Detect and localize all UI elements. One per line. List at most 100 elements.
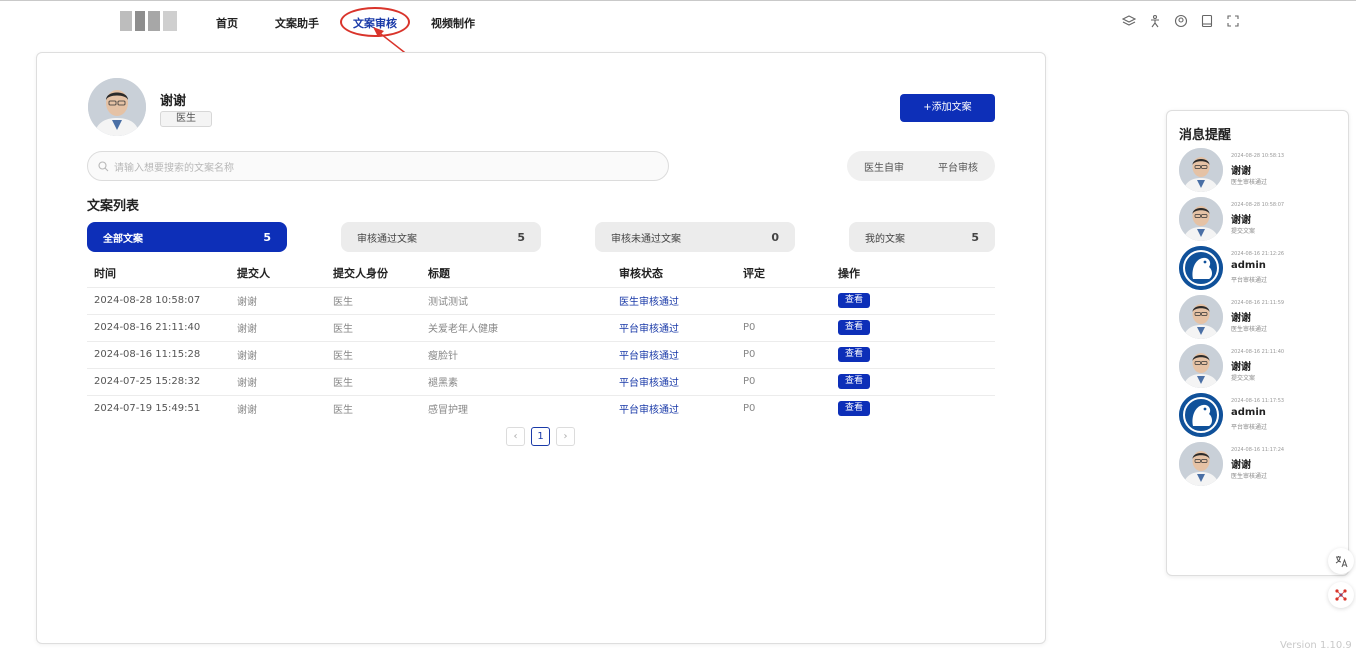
view-button[interactable]: 查看	[838, 293, 870, 308]
table-header-row: 时间 提交人 提交人身份 标题 审核状态 评定 操作	[87, 260, 995, 287]
next-page-button[interactable]: ›	[556, 427, 575, 446]
tab-count: 5	[263, 230, 271, 244]
nav-item-copy-assistant[interactable]: 文案助手	[275, 15, 319, 31]
table-row: 2024-07-25 15:28:32 谢谢 医生 褪黑素 平台审核通过 P0 …	[87, 367, 995, 395]
cell-status: 医生审核通过	[612, 286, 736, 314]
message-item[interactable]: 2024-08-16 11:17:53 admin 平台审核通过	[1179, 393, 1344, 439]
cell-status: 平台审核通过	[612, 340, 736, 368]
cell-identity: 医生	[326, 313, 421, 341]
message-time: 2024-08-16 21:11:40	[1231, 349, 1285, 355]
view-button[interactable]: 查看	[838, 347, 870, 362]
cell-identity: 医生	[326, 286, 421, 314]
cell-time: 2024-08-16 21:11:40	[87, 313, 230, 341]
message-item[interactable]: 2024-08-16 21:11:40 谢谢提交文案	[1179, 344, 1344, 390]
tab-approved-copies[interactable]: 审核通过文案 5	[341, 222, 541, 252]
message-sender: 谢谢	[1231, 166, 1251, 177]
cell-submitter: 谢谢	[230, 286, 326, 314]
tab-count: 5	[517, 230, 525, 244]
tab-my-copies[interactable]: 我的文案 5	[849, 222, 995, 252]
message-description: 医生审核通过	[1231, 326, 1268, 333]
cell-title: 瘦脸针	[421, 340, 612, 368]
column-header-status: 审核状态	[619, 267, 663, 281]
tab-label: 全部文案	[103, 233, 143, 245]
avatar	[1179, 148, 1223, 192]
prev-page-button[interactable]: ‹	[506, 427, 525, 446]
table-row: 2024-08-16 11:15:28 谢谢 医生 瘦脸针 平台审核通过 P0 …	[87, 340, 995, 368]
cell-action: 查看	[831, 286, 995, 314]
message-sender: 谢谢	[1231, 313, 1251, 324]
message-sender: 谢谢	[1231, 362, 1251, 373]
list-title: 文案列表	[87, 199, 140, 214]
accessibility-icon[interactable]	[1148, 14, 1162, 28]
assistant-icon[interactable]	[1328, 582, 1354, 608]
message-description: 平台审核通过	[1231, 277, 1268, 284]
column-header-action: 操作	[838, 267, 860, 281]
table-row: 2024-07-19 15:49:51 谢谢 医生 感冒护理 平台审核通过 P0…	[87, 394, 995, 422]
tab-label: 审核未通过文案	[611, 233, 681, 245]
user-name: 谢谢	[160, 94, 187, 109]
view-button[interactable]: 查看	[838, 374, 870, 389]
tab-count: 0	[771, 230, 779, 244]
cell-rating: P0	[736, 340, 831, 368]
message-sender: admin	[1231, 407, 1266, 418]
message-item[interactable]: 2024-08-16 21:12:26 admin 平台审核通过	[1179, 246, 1344, 292]
search-input[interactable]: 请输入想要搜索的文案名称	[87, 151, 669, 181]
nav-item-video-production[interactable]: 视频制作	[431, 15, 475, 31]
message-time: 2024-08-28 10:58:13	[1231, 153, 1285, 159]
fullscreen-icon[interactable]	[1226, 14, 1240, 28]
user-circle-icon[interactable]	[1174, 14, 1188, 28]
view-button[interactable]: 查看	[838, 401, 870, 417]
tab-count: 5	[971, 230, 979, 244]
cell-title: 关爱老年人健康	[421, 313, 612, 341]
message-item[interactable]: 2024-08-28 10:58:07 谢谢 提交文案	[1179, 197, 1344, 243]
header-toolbar	[1121, 14, 1240, 28]
tab-rejected-copies[interactable]: 审核未通过文案 0	[595, 222, 795, 252]
version-label: Version 1.10.9	[1280, 640, 1352, 651]
message-sender: 谢谢	[1231, 460, 1251, 471]
message-sender: admin	[1231, 260, 1266, 271]
avatar	[1179, 442, 1223, 486]
search-placeholder: 请输入想要搜索的文案名称	[114, 162, 234, 174]
message-time: 2024-08-16 21:12:26	[1231, 251, 1285, 257]
message-panel-title: 消息提醒	[1179, 128, 1232, 143]
user-role-badge: 医生	[160, 111, 212, 127]
cell-status: 平台审核通过	[612, 394, 736, 422]
message-item[interactable]: 2024-08-16 11:17:24 谢谢 医生审核通过	[1179, 442, 1344, 488]
message-description: 医生审核通过	[1231, 473, 1268, 480]
filter-doctor-self-review[interactable]: 医生自审	[864, 159, 904, 174]
cell-status: 平台审核通过	[612, 313, 736, 341]
view-button[interactable]: 查看	[838, 320, 870, 335]
cell-time: 2024-08-28 10:58:07	[87, 286, 230, 314]
tablet-icon[interactable]	[1200, 14, 1214, 28]
cell-action: 查看	[831, 367, 995, 395]
logo[interactable]	[120, 11, 178, 31]
review-type-filter: 医生自审 平台审核	[847, 151, 995, 181]
admin-avatar	[1179, 246, 1223, 290]
cell-rating: P0	[736, 313, 831, 341]
message-time: 2024-08-28 10:58:07	[1231, 202, 1285, 208]
pagination: ‹ 1 ›	[506, 427, 575, 446]
message-sender: 谢谢	[1231, 215, 1251, 226]
layers-icon[interactable]	[1121, 14, 1137, 28]
translate-icon[interactable]	[1328, 548, 1354, 574]
message-time: 2024-08-16 21:11:59	[1231, 300, 1285, 306]
message-description: 平台审核通过	[1231, 424, 1268, 431]
cell-identity: 医生	[326, 340, 421, 368]
table-row: 2024-08-16 21:11:40 谢谢 医生 关爱老年人健康 平台审核通过…	[87, 313, 995, 341]
tab-label: 我的文案	[865, 233, 905, 245]
cell-rating	[736, 286, 831, 314]
cell-status: 平台审核通过	[612, 367, 736, 395]
message-description: 提交文案	[1231, 375, 1256, 382]
add-copy-button[interactable]: +添加文案	[900, 94, 995, 122]
column-header-rating: 评定	[743, 267, 765, 281]
page-number-button[interactable]: 1	[531, 427, 550, 446]
tab-all-copies[interactable]: 全部文案 5	[87, 222, 287, 252]
column-header-time: 时间	[94, 267, 116, 281]
message-item[interactable]: 2024-08-16 21:11:59 谢谢医生审核通过	[1179, 295, 1344, 341]
nav-item-home[interactable]: 首页	[216, 15, 238, 31]
message-item[interactable]: 2024-08-28 10:58:13 谢谢 医生审核通过	[1179, 148, 1344, 194]
filter-platform-review[interactable]: 平台审核	[938, 159, 978, 174]
column-header-title: 标题	[428, 267, 450, 281]
cell-time: 2024-07-25 15:28:32	[87, 367, 230, 395]
cell-rating: P0	[736, 367, 831, 395]
